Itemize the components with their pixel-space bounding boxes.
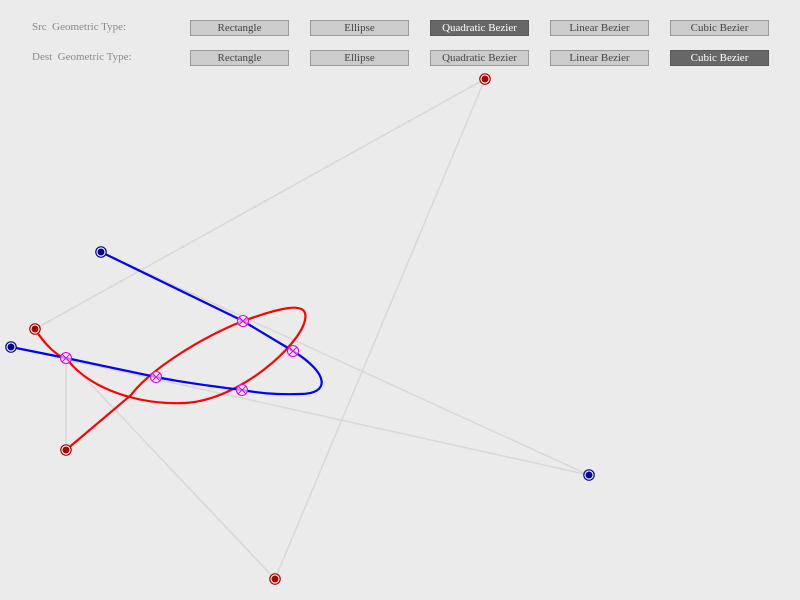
drawing-canvas[interactable] xyxy=(0,0,800,600)
dest-control-polygon xyxy=(10,251,590,476)
control-lines xyxy=(10,77,590,580)
src-control-point[interactable] xyxy=(29,323,41,335)
dest-control-point[interactable] xyxy=(5,341,17,353)
intersection-marker xyxy=(59,351,73,365)
intersection-marker xyxy=(286,344,300,358)
intersection-marker xyxy=(235,383,249,397)
dest-curve xyxy=(9,250,323,396)
intersection-marker xyxy=(236,314,250,328)
dest-control-point[interactable] xyxy=(583,469,595,481)
src-control-points xyxy=(29,73,491,585)
dest-control-point[interactable] xyxy=(95,246,107,258)
src-control-point[interactable] xyxy=(269,573,281,585)
intersection-marker xyxy=(149,370,163,384)
src-control-point[interactable] xyxy=(60,444,72,456)
src-control-polygon xyxy=(34,77,487,580)
src-control-point[interactable] xyxy=(479,73,491,85)
